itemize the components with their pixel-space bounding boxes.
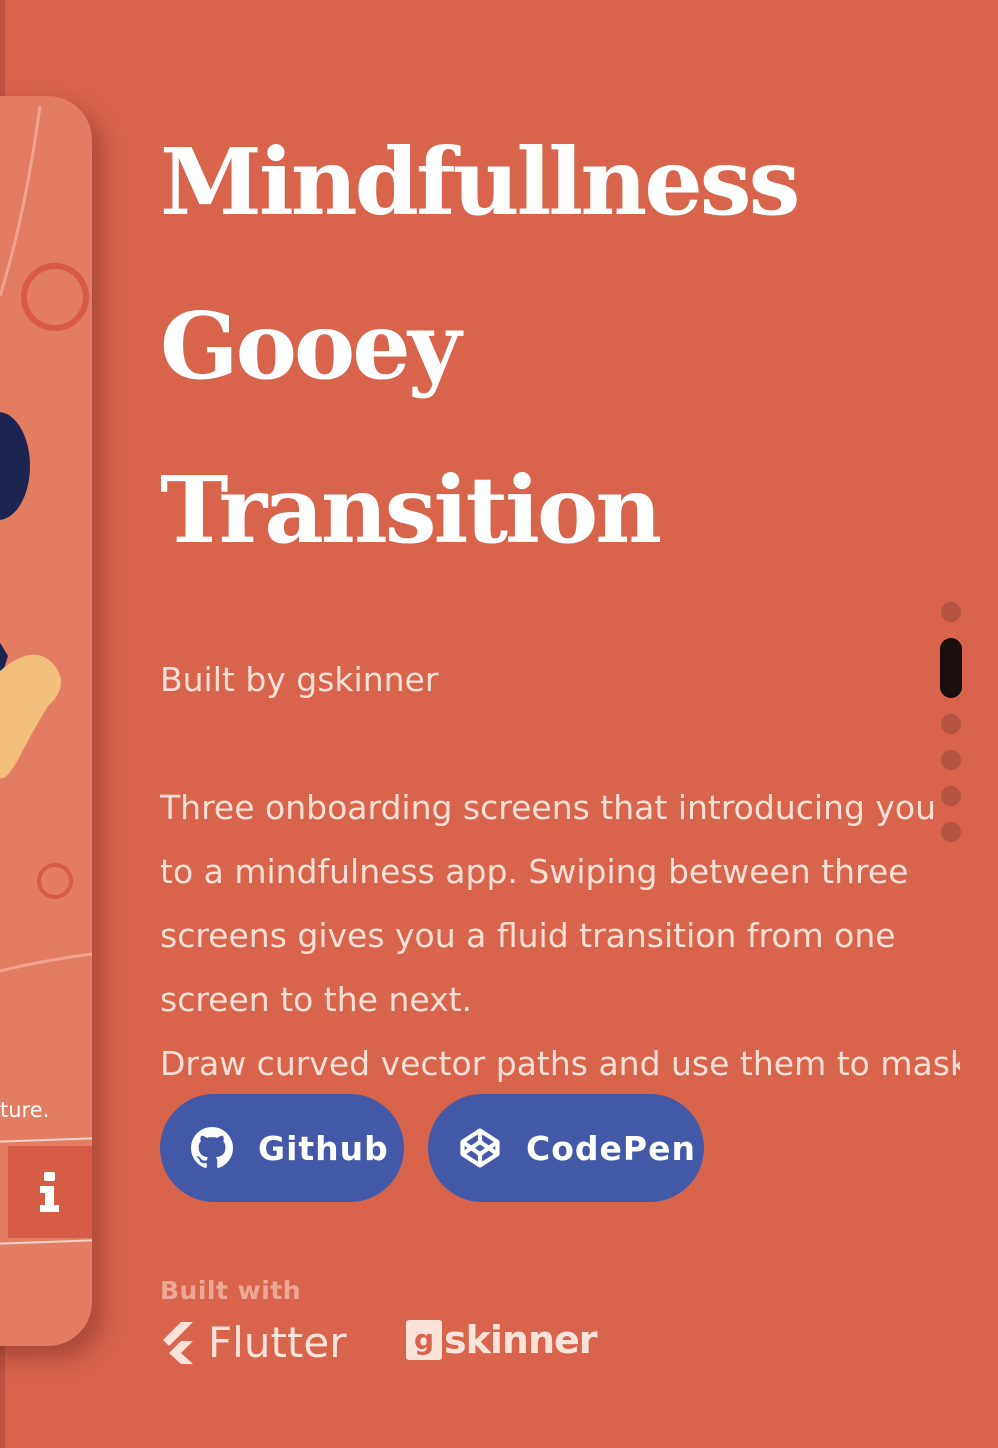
codepen-button-label: CodePen — [526, 1128, 696, 1168]
description[interactable]: Three onboarding screens that introducin… — [160, 776, 960, 1084]
description-line: Draw curved vector paths and use them to… — [160, 1044, 960, 1083]
project-page: ture. Mindfullness Gooey Transition Buil… — [0, 0, 998, 1448]
description-line: screens gives you a fluid transition fro… — [160, 916, 896, 955]
phone-preview[interactable]: ture. — [0, 96, 92, 1346]
pagination-dot[interactable] — [941, 602, 961, 622]
gskinner-logo[interactable]: g skinner — [406, 1318, 598, 1362]
description-line: screen to the next. — [160, 980, 473, 1019]
description-line: Three onboarding screens that introducin… — [160, 788, 937, 827]
pagination-dot[interactable] — [941, 714, 961, 734]
gskinner-label: skinner — [444, 1318, 598, 1362]
pagination-dot[interactable] — [941, 750, 961, 770]
github-button[interactable]: Github — [160, 1094, 404, 1202]
pagination-dot-active[interactable] — [940, 638, 962, 698]
built-with-label: Built with — [160, 1276, 302, 1305]
github-button-label: Github — [258, 1128, 389, 1168]
page-title: Mindfullness Gooey Transition — [160, 100, 900, 592]
flutter-label: Flutter — [208, 1318, 347, 1367]
phone-caption: ture. — [0, 1098, 50, 1122]
gskinner-mark: g — [406, 1320, 442, 1360]
title-line: Gooey — [160, 292, 461, 400]
codepen-icon — [458, 1126, 502, 1170]
title-line: Transition — [160, 456, 662, 564]
info-icon — [40, 1172, 59, 1212]
info-button[interactable] — [8, 1146, 92, 1238]
codepen-button[interactable]: CodePen — [428, 1094, 704, 1202]
gskinner-mark-letter: g — [414, 1325, 434, 1355]
pagination-dot[interactable] — [941, 786, 961, 806]
description-line: to a mindfulness app. Swiping between th… — [160, 852, 909, 891]
title-line: Mindfullness — [160, 128, 800, 236]
byline: Built by gskinner — [160, 660, 439, 699]
pagination-dot[interactable] — [941, 822, 961, 842]
flutter-icon — [163, 1321, 193, 1364]
github-icon — [190, 1126, 234, 1170]
flutter-logo[interactable]: Flutter — [160, 1318, 347, 1367]
